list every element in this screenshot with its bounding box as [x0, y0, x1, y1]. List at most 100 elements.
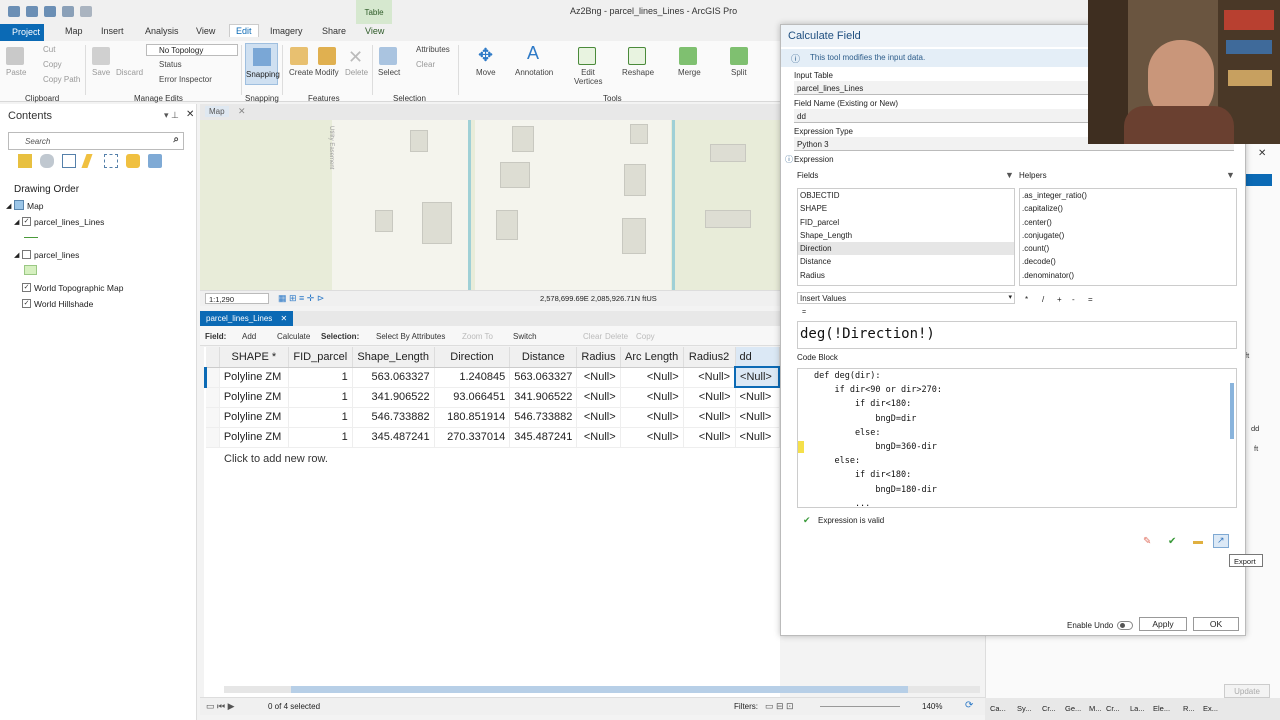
column-header[interactable]: Shape_Length: [352, 347, 435, 368]
enable-undo-toggle[interactable]: [1117, 621, 1133, 630]
filter-icon[interactable]: ▼: [1005, 170, 1014, 180]
move-button[interactable]: Move: [476, 68, 496, 77]
redo-icon[interactable]: [80, 6, 92, 17]
list-item[interactable]: .capitalize(): [1020, 202, 1236, 215]
code-scrollbar[interactable]: [1230, 383, 1234, 439]
list-item[interactable]: .center(): [1020, 216, 1236, 229]
list-by-drawing-order-icon[interactable]: [18, 154, 32, 168]
table-view-tab[interactable]: parcel_lines_Lines ✕: [200, 311, 294, 326]
column-header[interactable]: Direction: [434, 347, 511, 368]
merge-icon[interactable]: [679, 47, 697, 65]
copy-rows-button[interactable]: Copy: [636, 332, 655, 341]
switch-button[interactable]: Switch: [513, 332, 537, 341]
discard-edits-button[interactable]: Discard: [116, 68, 143, 77]
clear-selection-button[interactable]: Clear: [416, 60, 435, 69]
layer-expand-icon[interactable]: ◢: [14, 251, 19, 259]
clear-button[interactable]: Clear: [583, 332, 602, 341]
layer-checkbox[interactable]: ✓: [22, 217, 31, 226]
tab-project[interactable]: Project: [0, 24, 44, 41]
select-button[interactable]: Select: [378, 68, 400, 77]
update-button[interactable]: Update: [1224, 684, 1270, 698]
code-block-editor[interactable]: def deg(dir): if dir<90 or dir>270: if d…: [797, 368, 1237, 508]
tab-share[interactable]: Share: [322, 26, 346, 36]
list-by-editing-icon[interactable]: [81, 154, 93, 168]
map-node[interactable]: Map: [27, 201, 44, 211]
modify-features-icon[interactable]: [318, 47, 336, 65]
calculate-button[interactable]: Calculate: [277, 332, 310, 341]
zoom-to-button[interactable]: Zoom To: [462, 332, 493, 341]
column-header[interactable]: FID_parcel: [288, 347, 353, 368]
list-item[interactable]: Shape_Length: [798, 229, 1014, 242]
close-icon[interactable]: ✕: [1258, 148, 1266, 159]
map-nav-icons[interactable]: ▦ ⊞ ≡ ✛ ⊳: [278, 293, 324, 304]
attributes-button[interactable]: Attributes: [416, 45, 450, 54]
reshape-icon[interactable]: [628, 47, 646, 65]
operator-equals[interactable]: =: [1088, 295, 1093, 304]
tab-analysis[interactable]: Analysis: [145, 26, 179, 36]
reshape-button[interactable]: Reshape: [622, 68, 654, 77]
column-header[interactable]: Distance: [509, 347, 578, 368]
new-project-icon[interactable]: [8, 6, 20, 17]
column-header[interactable]: dd: [735, 347, 780, 368]
copy-path-button[interactable]: Copy Path: [43, 75, 80, 84]
list-item[interactable]: .decode(): [1020, 255, 1236, 268]
move-icon[interactable]: ✥: [478, 45, 493, 66]
error-inspector-button[interactable]: Error Inspector: [159, 75, 212, 84]
table-nav-icons[interactable]: ▭ ⏮ ▶: [206, 701, 235, 712]
taskbar-item[interactable]: M...: [1089, 704, 1102, 713]
delete-rows-button[interactable]: Delete: [605, 332, 628, 341]
select-icon[interactable]: [379, 47, 397, 65]
map-view[interactable]: Utility Easement: [200, 120, 780, 290]
verify-icon[interactable]: ✔: [1168, 536, 1176, 547]
operator-divide[interactable]: /: [1042, 295, 1044, 304]
paste-button[interactable]: Paste: [6, 68, 26, 77]
layer-expand-icon[interactable]: ◢: [14, 218, 19, 226]
annotation-button[interactable]: Annotation: [515, 68, 553, 77]
layer-world-hillshade[interactable]: World Hillshade: [34, 299, 93, 309]
layer-parcel-lines-lines[interactable]: parcel_lines_Lines: [34, 217, 104, 227]
table-row[interactable]: Polyline ZM 1 563.063327 1.240845 563.06…: [204, 366, 780, 388]
search-input[interactable]: Search ⌕: [8, 132, 184, 150]
list-item[interactable]: .as_integer_ratio(): [1020, 189, 1236, 202]
map-tab-close-icon[interactable]: ✕: [238, 106, 246, 117]
save-edits-icon[interactable]: [92, 47, 110, 65]
map-expand-icon[interactable]: ◢: [6, 202, 11, 210]
add-new-row[interactable]: Click to add new row.: [224, 453, 328, 465]
expression-editor[interactable]: deg(!Direction!): [797, 321, 1237, 349]
column-header[interactable]: Arc Length: [620, 347, 684, 368]
add-field-button[interactable]: Add: [242, 332, 256, 341]
column-header[interactable]: Radius: [576, 347, 621, 368]
taskbar-item[interactable]: La...: [1130, 704, 1145, 713]
table-row[interactable]: Polyline ZM 1 341.906522 93.066451 341.9…: [205, 387, 780, 408]
annotation-icon[interactable]: A: [527, 43, 539, 64]
list-item[interactable]: Radius: [798, 269, 1014, 282]
taskbar-item[interactable]: Cr...: [1106, 704, 1120, 713]
tab-table-view[interactable]: View: [365, 26, 384, 36]
list-item[interactable]: .count(): [1020, 242, 1236, 255]
layer-checkbox[interactable]: [22, 250, 31, 259]
tab-map[interactable]: Map: [65, 26, 83, 36]
taskbar-item[interactable]: Ca...: [990, 704, 1006, 713]
insert-values-select[interactable]: Insert Values ▾: [797, 292, 1015, 304]
tab-imagery[interactable]: Imagery: [270, 26, 303, 36]
list-item[interactable]: .denominator(): [1020, 269, 1236, 282]
operator-multiply[interactable]: *: [1025, 295, 1028, 304]
load-folder-icon[interactable]: ▬: [1193, 536, 1203, 547]
split-icon[interactable]: [730, 47, 748, 65]
paste-icon[interactable]: [6, 47, 24, 65]
list-item[interactable]: FID_parcel: [798, 216, 1014, 229]
operator-plus[interactable]: +: [1057, 295, 1062, 304]
status-button[interactable]: Status: [159, 60, 182, 69]
zoom-slider[interactable]: [820, 706, 900, 707]
open-project-icon[interactable]: [26, 6, 38, 17]
map-view-tab[interactable]: Map: [205, 106, 229, 117]
list-by-snapping-icon[interactable]: [104, 154, 118, 168]
tab-edit[interactable]: Edit: [229, 24, 259, 37]
close-icon[interactable]: ✕: [186, 109, 194, 120]
layer-world-topographic[interactable]: World Topographic Map: [34, 283, 123, 293]
edit-vertices-button[interactable]: Edit Vertices: [574, 68, 602, 86]
filter-icon[interactable]: ▼: [1226, 170, 1235, 180]
parcel-line[interactable]: [672, 120, 675, 290]
save-project-icon[interactable]: [44, 6, 56, 17]
table-horizontal-scrollbar[interactable]: [224, 686, 980, 693]
